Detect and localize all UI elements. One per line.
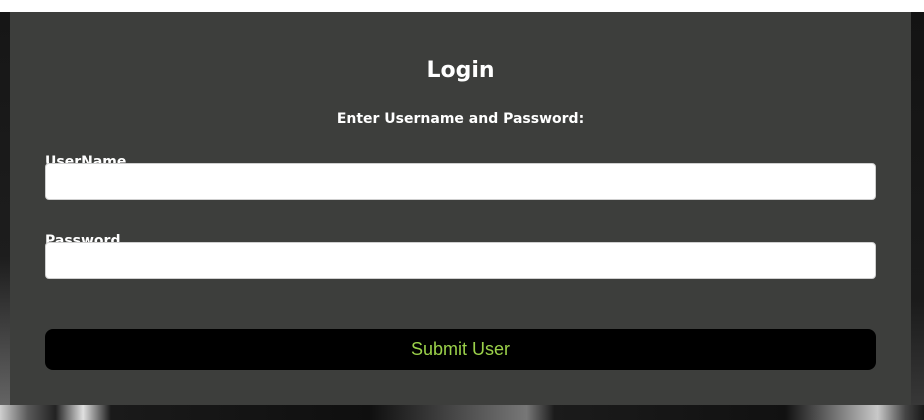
password-input[interactable] [45,242,876,279]
page-title: Login [426,58,495,83]
background-photo-right-edge [911,12,924,420]
background-photo-bottom-strip [0,405,924,420]
submit-user-button[interactable]: Submit User [45,329,876,370]
login-panel: Login Enter Username and Password: UserN… [10,12,911,405]
login-instructions: Enter Username and Password: [336,111,585,127]
username-input[interactable] [45,163,876,200]
background-photo-left-edge [0,12,10,420]
